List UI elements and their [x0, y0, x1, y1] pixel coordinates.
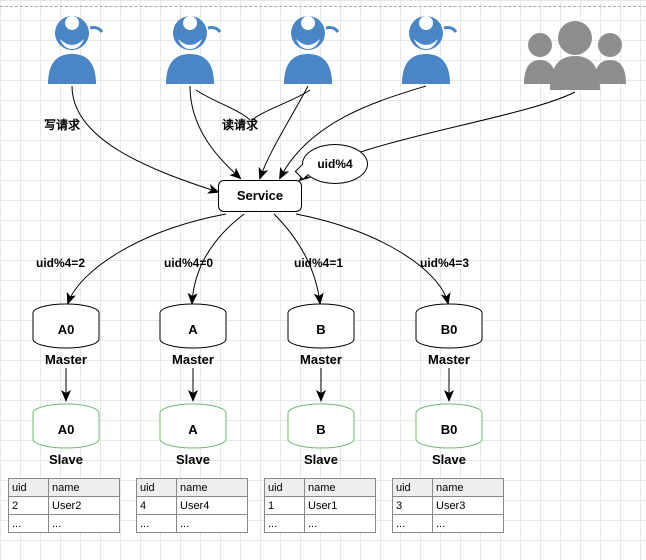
- db-name: A: [160, 322, 226, 337]
- db-name: B0: [416, 422, 482, 437]
- slave-label: Slave: [160, 452, 226, 467]
- write-request-label: 写请求: [44, 116, 80, 133]
- table-row: 1User1: [265, 497, 376, 515]
- db-name: B: [288, 422, 354, 437]
- master-label: Master: [33, 352, 99, 367]
- master-label: Master: [160, 352, 226, 367]
- top-dashed-line: [0, 6, 646, 7]
- slave-label: Slave: [288, 452, 354, 467]
- db-name: A0: [33, 422, 99, 437]
- table-row: 3User3: [393, 497, 504, 515]
- table-row: ......: [265, 515, 376, 533]
- shard-cond: uid%4=2: [36, 256, 85, 270]
- table-header-row: uidname: [393, 479, 504, 497]
- db-name: A0: [33, 322, 99, 337]
- shard-cond: uid%4=0: [164, 256, 213, 270]
- data-table: uidname 1User1 ......: [264, 478, 376, 533]
- table-header-row: uidname: [137, 479, 248, 497]
- table-row: 4User4: [137, 497, 248, 515]
- table-row: 2User2: [9, 497, 120, 515]
- db-name: A: [160, 422, 226, 437]
- db-name: B: [288, 322, 354, 337]
- db-name: B0: [416, 322, 482, 337]
- canvas-grid: [0, 0, 646, 560]
- master-label: Master: [416, 352, 482, 367]
- table-row: ......: [137, 515, 248, 533]
- data-table: uidname 2User2 ......: [8, 478, 120, 533]
- table-header-row: uidname: [265, 479, 376, 497]
- table-row: ......: [393, 515, 504, 533]
- routing-bubble: uid%4: [302, 144, 368, 184]
- slave-label: Slave: [33, 452, 99, 467]
- shard-cond: uid%4=1: [294, 256, 343, 270]
- service-node: Service: [218, 180, 302, 212]
- master-label: Master: [288, 352, 354, 367]
- data-table: uidname 4User4 ......: [136, 478, 248, 533]
- data-table: uidname 3User3 ......: [392, 478, 504, 533]
- slave-label: Slave: [416, 452, 482, 467]
- read-request-label: 读请求: [222, 116, 258, 133]
- table-row: ......: [9, 515, 120, 533]
- shard-cond: uid%4=3: [420, 256, 469, 270]
- table-header-row: uidname: [9, 479, 120, 497]
